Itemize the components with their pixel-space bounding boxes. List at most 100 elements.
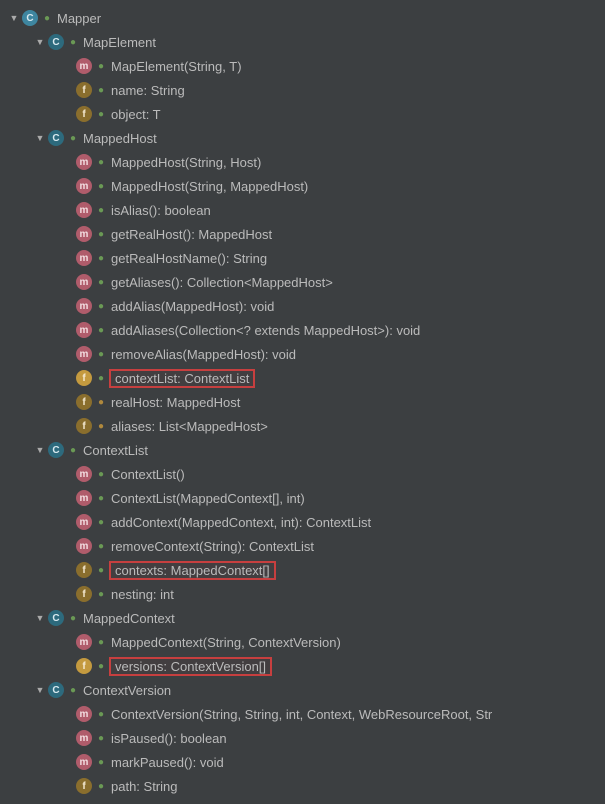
tree-node[interactable]: m ● removeAlias(MappedHost): void [0, 342, 605, 366]
tree-node[interactable]: m ● removeContext(String): ContextList [0, 534, 605, 558]
tree-node[interactable]: m●addAlias(MappedHost): void [0, 294, 605, 318]
chevron-down-icon[interactable]: ▼ [8, 12, 20, 24]
visibility-public-icon: ● [96, 229, 106, 239]
tree-node[interactable]: m●isAlias(): boolean [0, 198, 605, 222]
node-label: Mapper [57, 11, 101, 26]
tree-node[interactable]: f●contextList: ContextList [0, 366, 605, 390]
method-icon: m [76, 754, 92, 770]
visibility-public-icon: ● [96, 589, 106, 599]
tree-node[interactable]: f●realHost: MappedHost [0, 390, 605, 414]
tree-node[interactable]: ▼C ● ContextList [0, 438, 605, 462]
node-label: MapElement(String, T) [111, 59, 242, 74]
chevron-down-icon[interactable]: ▼ [34, 684, 46, 696]
visibility-public-icon: ● [96, 757, 106, 767]
chevron-down-icon[interactable]: ▼ [34, 612, 46, 624]
method-icon: m [76, 202, 92, 218]
field-icon: f [76, 586, 92, 602]
tree-node[interactable]: ▼C●MappedContext [0, 606, 605, 630]
method-icon: m [76, 250, 92, 266]
node-label: ContextVersion(String, String, int, Cont… [111, 707, 492, 722]
node-label: getRealHostName(): String [111, 251, 267, 266]
tree-node[interactable]: m●markPaused(): void [0, 750, 605, 774]
visibility-public-icon: ● [96, 637, 106, 647]
node-label: addContext(MappedContext, int): ContextL… [111, 515, 371, 530]
class-icon: C [48, 610, 64, 626]
node-label: removeAlias(MappedHost): void [111, 347, 296, 362]
tree-node[interactable]: m ● getRealHostName(): String [0, 246, 605, 270]
method-icon: m [76, 226, 92, 242]
chevron-down-icon[interactable]: ▼ [34, 444, 46, 456]
tree-node[interactable]: m ● MapElement(String, T) [0, 54, 605, 78]
visibility-public-icon: ● [96, 493, 106, 503]
method-icon: m [76, 274, 92, 290]
tree-node[interactable]: f●path: String [0, 774, 605, 798]
visibility-public-icon: ● [96, 541, 106, 551]
tree-node[interactable]: f●object: T [0, 102, 605, 126]
tree-node[interactable]: m●MappedHost(String, Host) [0, 150, 605, 174]
visibility-public-icon: ● [42, 13, 52, 23]
node-label: contextList: ContextList [109, 369, 255, 388]
method-icon: m [76, 58, 92, 74]
visibility-public-icon: ● [96, 85, 106, 95]
tree-node[interactable]: m●MappedHost(String, MappedHost) [0, 174, 605, 198]
field-icon: f [76, 658, 92, 674]
visibility-public-icon: ● [96, 301, 106, 311]
method-icon: m [76, 490, 92, 506]
tree-node[interactable]: f●contexts: MappedContext[] [0, 558, 605, 582]
node-label: object: T [111, 107, 161, 122]
tree-node[interactable]: ▼C●MapElement [0, 30, 605, 54]
node-label: removeContext(String): ContextList [111, 539, 314, 554]
visibility-public-icon: ● [96, 253, 106, 263]
visibility-public-icon: ● [68, 445, 78, 455]
tree-node[interactable]: f●versions: ContextVersion[] [0, 654, 605, 678]
node-label: contexts: MappedContext[] [109, 561, 276, 580]
class-icon: C [48, 442, 64, 458]
visibility-public-icon: ● [96, 565, 106, 575]
tree-node[interactable]: m●isPaused(): boolean [0, 726, 605, 750]
tree-node[interactable]: ▼C●MappedHost [0, 126, 605, 150]
tree-node[interactable]: f●aliases: List<MappedHost> [0, 414, 605, 438]
visibility-public-icon: ● [68, 133, 78, 143]
node-label: ContextList [83, 443, 148, 458]
visibility-public-icon: ● [96, 709, 106, 719]
class-icon: C [48, 682, 64, 698]
node-label: name: String [111, 83, 185, 98]
tree-node[interactable]: m●addContext(MappedContext, int): Contex… [0, 510, 605, 534]
visibility-public-icon: ● [68, 685, 78, 695]
visibility-public-icon: ● [96, 517, 106, 527]
visibility-public-icon: ● [96, 277, 106, 287]
node-label: MappedHost(String, Host) [111, 155, 261, 170]
node-label: MappedHost(String, MappedHost) [111, 179, 308, 194]
visibility-public-icon: ● [96, 349, 106, 359]
tree-node[interactable]: ▼C●ContextVersion [0, 678, 605, 702]
node-label: realHost: MappedHost [111, 395, 240, 410]
visibility-public-icon: ● [96, 733, 106, 743]
tree-node[interactable]: ▼C●Mapper [0, 6, 605, 30]
node-label: nesting: int [111, 587, 174, 602]
tree-node[interactable]: m●ContextList() [0, 462, 605, 486]
visibility-public-icon: ● [96, 61, 106, 71]
tree-node[interactable]: f ● nesting: int [0, 582, 605, 606]
visibility-public-icon: ● [96, 205, 106, 215]
method-icon: m [76, 154, 92, 170]
node-label: ContextList(MappedContext[], int) [111, 491, 305, 506]
class-icon: C [48, 34, 64, 50]
tree-node[interactable]: m●MappedContext(String, ContextVersion) [0, 630, 605, 654]
method-icon: m [76, 346, 92, 362]
method-icon: m [76, 538, 92, 554]
node-label: getAliases(): Collection<MappedHost> [111, 275, 333, 290]
tree-node[interactable]: m ● getAliases(): Collection<MappedHost> [0, 270, 605, 294]
tree-node[interactable]: f●name: String [0, 78, 605, 102]
node-label: addAliases(Collection<? extends MappedHo… [111, 323, 420, 338]
method-icon: m [76, 466, 92, 482]
tree-node[interactable]: m●getRealHost(): MappedHost [0, 222, 605, 246]
chevron-down-icon[interactable]: ▼ [34, 132, 46, 144]
tree-node[interactable]: m ● ContextList(MappedContext[], int) [0, 486, 605, 510]
structure-tree: ▼C●Mapper▼C●MapElementm●MapElement(Strin… [0, 0, 605, 804]
visibility-public-icon: ● [96, 181, 106, 191]
chevron-down-icon[interactable]: ▼ [34, 36, 46, 48]
tree-node[interactable]: m●ContextVersion(String, String, int, Co… [0, 702, 605, 726]
field-icon: f [76, 370, 92, 386]
tree-node[interactable]: m●addAliases(Collection<? extends Mapped… [0, 318, 605, 342]
visibility-protected-icon: ● [96, 397, 106, 407]
